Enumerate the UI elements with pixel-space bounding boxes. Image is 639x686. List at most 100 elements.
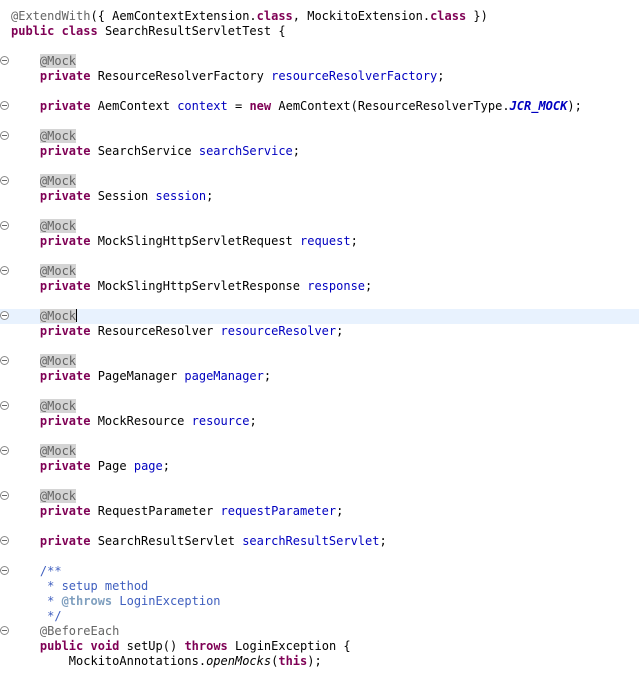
fold-collapse-icon[interactable]: [0, 491, 9, 500]
fold-collapse-icon[interactable]: [0, 356, 9, 365]
code-token: ;: [249, 414, 257, 428]
code-line[interactable]: @Mock: [0, 354, 639, 369]
code-line[interactable]: private PageManager pageManager;: [0, 369, 639, 384]
code-token: );: [307, 654, 322, 668]
code-line[interactable]: @Mock: [0, 54, 639, 69]
fold-collapse-icon[interactable]: [0, 446, 9, 455]
code-line[interactable]: public class SearchResultServletTest {: [0, 24, 639, 39]
code-token: ;: [379, 534, 387, 548]
code-line[interactable]: @Mock: [0, 444, 639, 459]
code-line[interactable]: private Page page;: [0, 459, 639, 474]
code-line[interactable]: @Mock: [0, 399, 639, 414]
fold-collapse-icon[interactable]: [0, 626, 9, 635]
code-line[interactable]: [0, 294, 639, 309]
code-token: new: [249, 99, 272, 113]
code-line[interactable]: [0, 384, 639, 399]
code-token: searchResultServlet: [242, 534, 380, 548]
code-token: ResourceResolver: [90, 324, 221, 338]
code-token: @Mock: [39, 174, 77, 188]
code-line[interactable]: @BeforeEach: [0, 624, 639, 639]
code-line[interactable]: [0, 549, 639, 564]
code-token: AemContext(ResourceResolverType.: [271, 99, 510, 113]
code-line[interactable]: private MockSlingHttpServletRequest requ…: [0, 234, 639, 249]
code-line[interactable]: [0, 339, 639, 354]
fold-collapse-icon[interactable]: [0, 566, 9, 575]
code-line[interactable]: private MockResource resource;: [0, 414, 639, 429]
code-token: class: [256, 9, 293, 23]
code-line[interactable]: @Mock: [0, 264, 639, 279]
code-token: void: [90, 639, 120, 653]
fold-collapse-icon[interactable]: [0, 536, 9, 545]
code-token: ;: [206, 189, 214, 203]
code-line[interactable]: @Mock: [0, 489, 639, 504]
code-text: private SearchResultServlet searchResult…: [11, 534, 387, 549]
code-text: @Mock: [11, 174, 77, 189]
code-line[interactable]: private MockSlingHttpServletResponse res…: [0, 279, 639, 294]
code-text: private Page page;: [11, 459, 170, 474]
code-line[interactable]: private SearchResultServlet searchResult…: [0, 534, 639, 549]
code-line[interactable]: @Mock: [0, 219, 639, 234]
code-line[interactable]: * setup method: [0, 579, 639, 594]
code-line[interactable]: @Mock: [0, 129, 639, 144]
code-text: * @throws LoginException: [11, 594, 220, 609]
code-line[interactable]: [0, 39, 639, 54]
code-line[interactable]: private SearchService searchService;: [0, 144, 639, 159]
code-line[interactable]: [0, 204, 639, 219]
code-token: private: [39, 414, 91, 428]
code-line[interactable]: */: [0, 609, 639, 624]
code-line[interactable]: * @throws LoginException: [0, 594, 639, 609]
code-line[interactable]: [0, 114, 639, 129]
code-token: resource: [191, 414, 250, 428]
code-line[interactable]: public void setUp() throws LoginExceptio…: [0, 639, 639, 654]
code-line[interactable]: [0, 84, 639, 99]
code-token: MockitoAnnotations.: [11, 654, 207, 668]
code-token: public: [39, 639, 84, 653]
code-line[interactable]: private AemContext context = new AemCont…: [0, 99, 639, 114]
fold-collapse-icon[interactable]: [0, 131, 9, 140]
code-line[interactable]: @Mock: [0, 309, 639, 324]
code-token: @Mock: [39, 399, 77, 413]
code-token: @Mock: [39, 219, 77, 233]
code-line[interactable]: @Mock: [0, 174, 639, 189]
gutter: [0, 429, 12, 444]
code-line[interactable]: @ExtendWith({ AemContextExtension.class,…: [0, 9, 639, 24]
gutter: [0, 474, 12, 489]
code-text: @Mock: [11, 354, 77, 369]
fold-collapse-icon[interactable]: [0, 101, 9, 110]
fold-collapse-icon[interactable]: [0, 176, 9, 185]
code-line[interactable]: [0, 159, 639, 174]
code-line[interactable]: MockitoAnnotations.openMocks(this);: [0, 654, 639, 669]
code-line[interactable]: private RequestParameter requestParamete…: [0, 504, 639, 519]
code-line[interactable]: private ResourceResolver resourceResolve…: [0, 324, 639, 339]
code-line[interactable]: [0, 474, 639, 489]
code-token: @Mock: [39, 489, 77, 503]
code-token: pageManager: [184, 369, 264, 383]
code-text: private MockSlingHttpServletRequest requ…: [11, 234, 358, 249]
code-token: public: [11, 24, 55, 38]
code-token: =: [227, 99, 250, 113]
code-line[interactable]: private ResourceResolverFactory resource…: [0, 69, 639, 84]
code-token: request: [300, 234, 351, 248]
code-line[interactable]: [0, 429, 639, 444]
code-line[interactable]: /**: [0, 564, 639, 579]
fold-collapse-icon[interactable]: [0, 221, 9, 230]
code-line[interactable]: [0, 249, 639, 264]
code-line[interactable]: private Session session;: [0, 189, 639, 204]
fold-collapse-icon[interactable]: [0, 401, 9, 410]
fold-collapse-icon[interactable]: [0, 266, 9, 275]
text-caret: [76, 309, 78, 322]
code-token: private: [39, 369, 91, 383]
code-editor[interactable]: @ExtendWith({ AemContextExtension.class,…: [0, 0, 639, 686]
code-token: class: [61, 24, 98, 38]
code-token: requestParameter: [220, 504, 337, 518]
fold-collapse-icon[interactable]: [0, 311, 9, 320]
code-token: ;: [162, 459, 170, 473]
code-line[interactable]: [0, 519, 639, 534]
fold-collapse-icon[interactable]: [0, 56, 9, 65]
code-token: ;: [437, 69, 445, 83]
code-text: @BeforeEach: [11, 624, 119, 639]
gutter: [0, 249, 12, 264]
